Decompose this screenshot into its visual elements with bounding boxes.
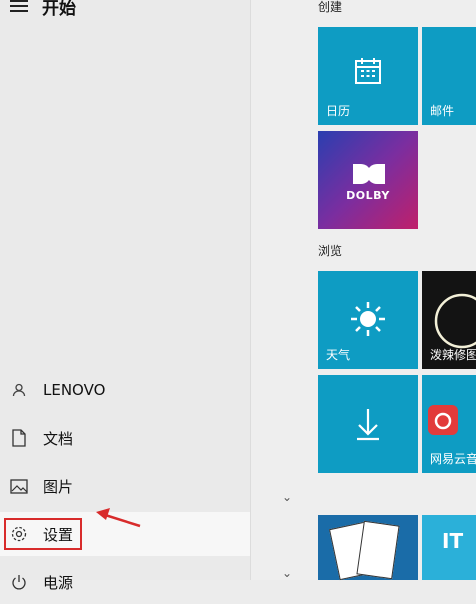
playing-card-icon-2 xyxy=(356,520,400,580)
tile-dolby[interactable]: DOLBY xyxy=(318,131,418,229)
picture-icon xyxy=(9,476,29,496)
tile-partial[interactable]: IT xyxy=(422,515,476,580)
tile-mail-label: 邮件 xyxy=(430,104,455,118)
start-menu-sidebar: 开始 LENOVO 文档 图片 设置 电源 xyxy=(0,0,251,592)
nav-power[interactable]: 电源 xyxy=(0,560,250,604)
documents-label: 文档 xyxy=(43,429,74,448)
tile-calendar-label: 日历 xyxy=(326,104,351,118)
watermark-text: IT xyxy=(442,529,464,553)
tile-photo-editor[interactable]: 泼辣修图 xyxy=(422,271,476,369)
tile-weather[interactable]: 天气 xyxy=(318,271,418,369)
tile-solitaire[interactable] xyxy=(318,515,418,581)
red-arrow-icon xyxy=(96,508,141,528)
download-icon xyxy=(357,409,379,441)
hamburger-icon[interactable] xyxy=(10,0,28,12)
music-app-icon xyxy=(428,405,458,435)
tile-downloads[interactable] xyxy=(318,375,418,473)
tile-calendar[interactable]: 日历 xyxy=(318,27,418,125)
calendar-icon xyxy=(355,58,381,84)
chevron-down-icon-2[interactable]: ⌄ xyxy=(282,566,292,580)
eclipse-icon xyxy=(434,293,476,349)
power-label: 电源 xyxy=(43,573,74,592)
tiles-area: 创建 日历 邮件 DOLBY 浏览 天气 泼辣修图 网易云音 ⌄ ⌄ IT xyxy=(251,0,476,581)
document-icon xyxy=(9,428,29,448)
sun-icon xyxy=(351,302,385,336)
pictures-label: 图片 xyxy=(43,477,74,496)
tile-photo-label: 泼辣修图 xyxy=(430,348,476,362)
start-title: 开始 xyxy=(42,0,76,19)
chevron-down-icon[interactable]: ⌄ xyxy=(282,490,292,504)
tile-mail[interactable]: 邮件 xyxy=(422,27,476,125)
tile-music-label: 网易云音 xyxy=(430,452,476,466)
dolby-wordmark: DOLBY xyxy=(346,189,390,202)
power-icon xyxy=(9,572,29,592)
nav-documents[interactable]: 文档 xyxy=(0,416,250,460)
settings-highlight-box xyxy=(4,518,82,550)
user-name: LENOVO xyxy=(43,381,106,399)
group-title-browse: 浏览 xyxy=(318,244,343,258)
tile-weather-label: 天气 xyxy=(326,348,351,362)
group-title-create: 创建 xyxy=(318,0,343,14)
tile-netease-music[interactable]: 网易云音 xyxy=(422,375,476,473)
nav-user[interactable]: LENOVO xyxy=(0,368,250,412)
user-icon xyxy=(9,380,29,400)
dolby-icon xyxy=(353,164,385,184)
